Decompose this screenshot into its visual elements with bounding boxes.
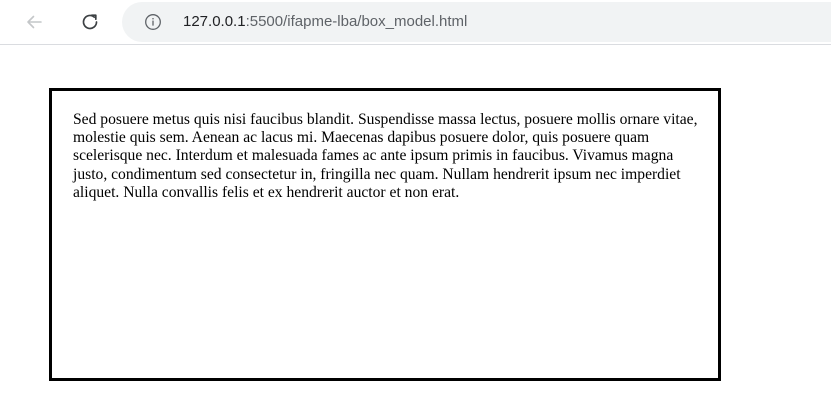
url-path: :5500/ifapme-lba/box_model.html: [245, 13, 468, 30]
url-host: 127.0.0.1: [183, 13, 246, 30]
info-icon[interactable]: [144, 13, 162, 31]
box-paragraph: Sed posuere metus quis nisi faucibus bla…: [73, 111, 698, 201]
browser-toolbar: 127.0.0.1:5500/ifapme-lba/box_model.html: [0, 0, 831, 44]
bordered-box: Sed posuere metus quis nisi faucibus bla…: [49, 88, 721, 381]
arrow-left-icon: [27, 15, 42, 29]
reload-icon: [82, 14, 98, 30]
back-button[interactable]: [18, 6, 50, 38]
reload-button[interactable]: [74, 6, 106, 38]
page-content: Sed posuere metus quis nisi faucibus bla…: [0, 45, 831, 412]
url-text[interactable]: 127.0.0.1:5500/ifapme-lba/box_model.html: [183, 12, 467, 32]
